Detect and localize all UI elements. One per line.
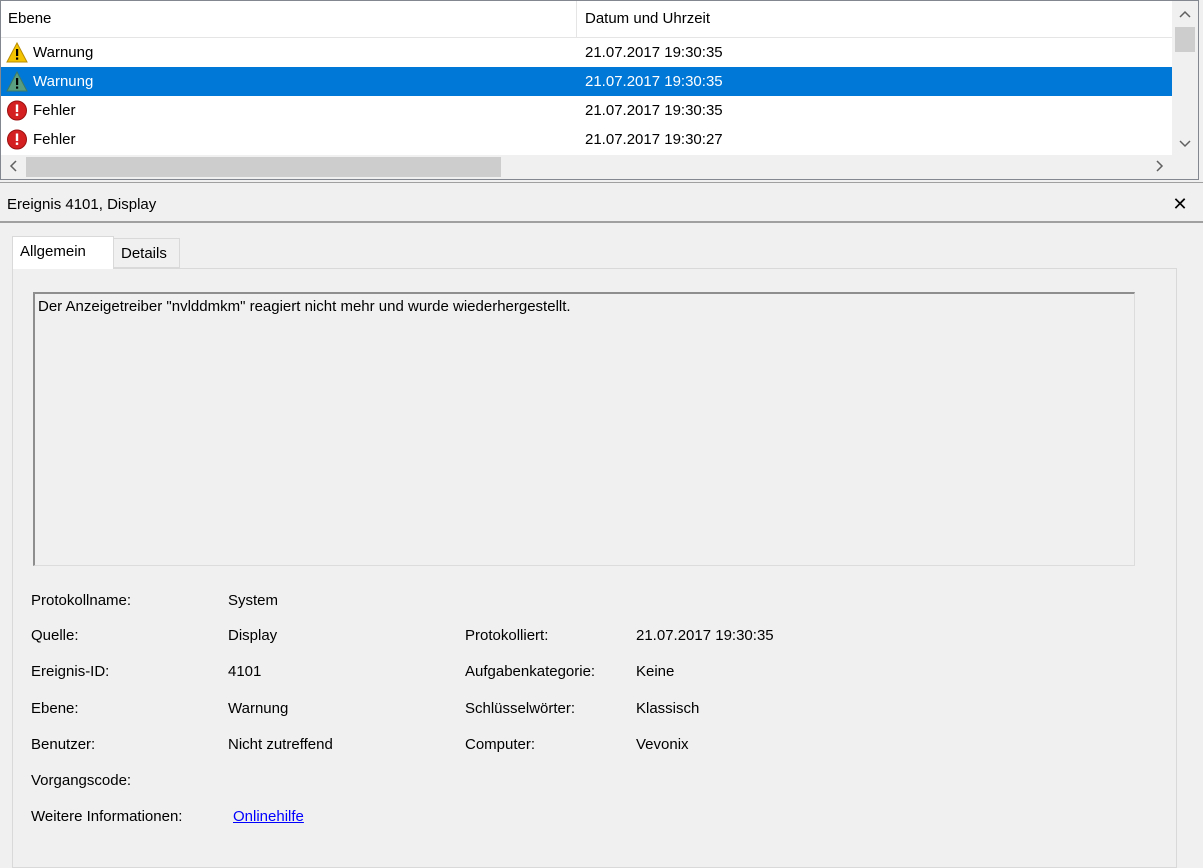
close-icon[interactable]: ✕ — [1168, 191, 1192, 217]
source-label: Quelle: — [31, 627, 79, 644]
row-datetime: 21.07.2017 19:30:35 — [585, 102, 723, 119]
vertical-scrollbar[interactable] — [1172, 1, 1198, 155]
pane-splitter[interactable] — [0, 182, 1203, 187]
table-row[interactable]: Fehler 21.07.2017 19:30:27 — [1, 125, 1172, 154]
table-row[interactable]: Fehler 21.07.2017 19:30:35 — [1, 96, 1172, 125]
event-id-value: 4101 — [228, 663, 262, 680]
table-row-selected[interactable]: Warnung 21.07.2017 19:30:35 — [1, 67, 1172, 96]
tab-details[interactable]: Details — [114, 238, 180, 268]
level-label: Ebene: — [31, 700, 79, 717]
source-value: Display — [228, 627, 278, 644]
scroll-up-icon[interactable] — [1172, 3, 1198, 25]
row-level: Warnung — [33, 44, 94, 61]
computer-label: Computer: — [465, 736, 536, 753]
logged-value: 21.07.2017 19:30:35 — [636, 627, 774, 644]
row-datetime: 21.07.2017 19:30:35 — [585, 73, 723, 90]
row-datetime: 21.07.2017 19:30:35 — [585, 44, 723, 61]
divider — [0, 221, 1203, 223]
warning-icon — [6, 71, 28, 92]
task-category-value: Keine — [636, 663, 675, 680]
scroll-down-icon[interactable] — [1172, 133, 1198, 155]
list-header: Ebene Datum und Uhrzeit — [1, 1, 1172, 38]
row-datetime: 21.07.2017 19:30:27 — [585, 131, 723, 148]
opcode-label: Vorgangscode: — [31, 772, 132, 789]
error-icon — [7, 129, 27, 150]
event-message: Der Anzeigetreiber "nvlddmkm" reagiert n… — [38, 298, 571, 315]
task-category-label: Aufgabenkategorie: — [465, 663, 596, 680]
row-level: Warnung — [33, 73, 94, 90]
event-list[interactable]: Ebene Datum und Uhrzeit Warnung 21.07.20… — [0, 0, 1199, 180]
horizontal-scroll-thumb[interactable] — [26, 157, 501, 177]
event-message-box[interactable]: Der Anzeigetreiber "nvlddmkm" reagiert n… — [33, 292, 1135, 566]
column-header-level[interactable]: Ebene — [1, 1, 577, 37]
scroll-right-icon[interactable] — [1148, 155, 1172, 179]
log-name-label: Protokollname: — [31, 592, 132, 609]
row-level: Fehler — [33, 102, 76, 119]
warning-icon — [6, 42, 28, 63]
level-value: Warnung — [228, 700, 289, 717]
column-header-datetime[interactable]: Datum und Uhrzeit — [578, 1, 1172, 37]
keywords-label: Schlüsselwörter: — [465, 700, 576, 717]
horizontal-scrollbar[interactable] — [1, 155, 1172, 179]
table-row[interactable]: Warnung 21.07.2017 19:30:35 — [1, 38, 1172, 67]
event-id-label: Ereignis-ID: — [31, 663, 110, 680]
user-label: Benutzer: — [31, 736, 96, 753]
user-value: Nicht zutreffend — [228, 736, 333, 753]
error-icon — [7, 100, 27, 121]
event-rows: Warnung 21.07.2017 19:30:35 Warnung 21.0… — [1, 38, 1172, 154]
scroll-left-icon[interactable] — [1, 155, 25, 179]
more-info-label: Weitere Informationen: — [31, 808, 183, 825]
keywords-value: Klassisch — [636, 700, 700, 717]
scrollbar-corner — [1172, 155, 1198, 179]
row-level: Fehler — [33, 131, 76, 148]
logged-label: Protokolliert: — [465, 627, 549, 644]
detail-title: Ereignis 4101, Display — [7, 196, 157, 213]
online-help-link[interactable]: Onlinehilfe — [233, 808, 304, 825]
vertical-scroll-thumb[interactable] — [1175, 27, 1195, 52]
tab-general[interactable]: Allgemein — [12, 236, 114, 269]
computer-value: Vevonix — [636, 736, 689, 753]
log-name-value: System — [228, 592, 279, 609]
